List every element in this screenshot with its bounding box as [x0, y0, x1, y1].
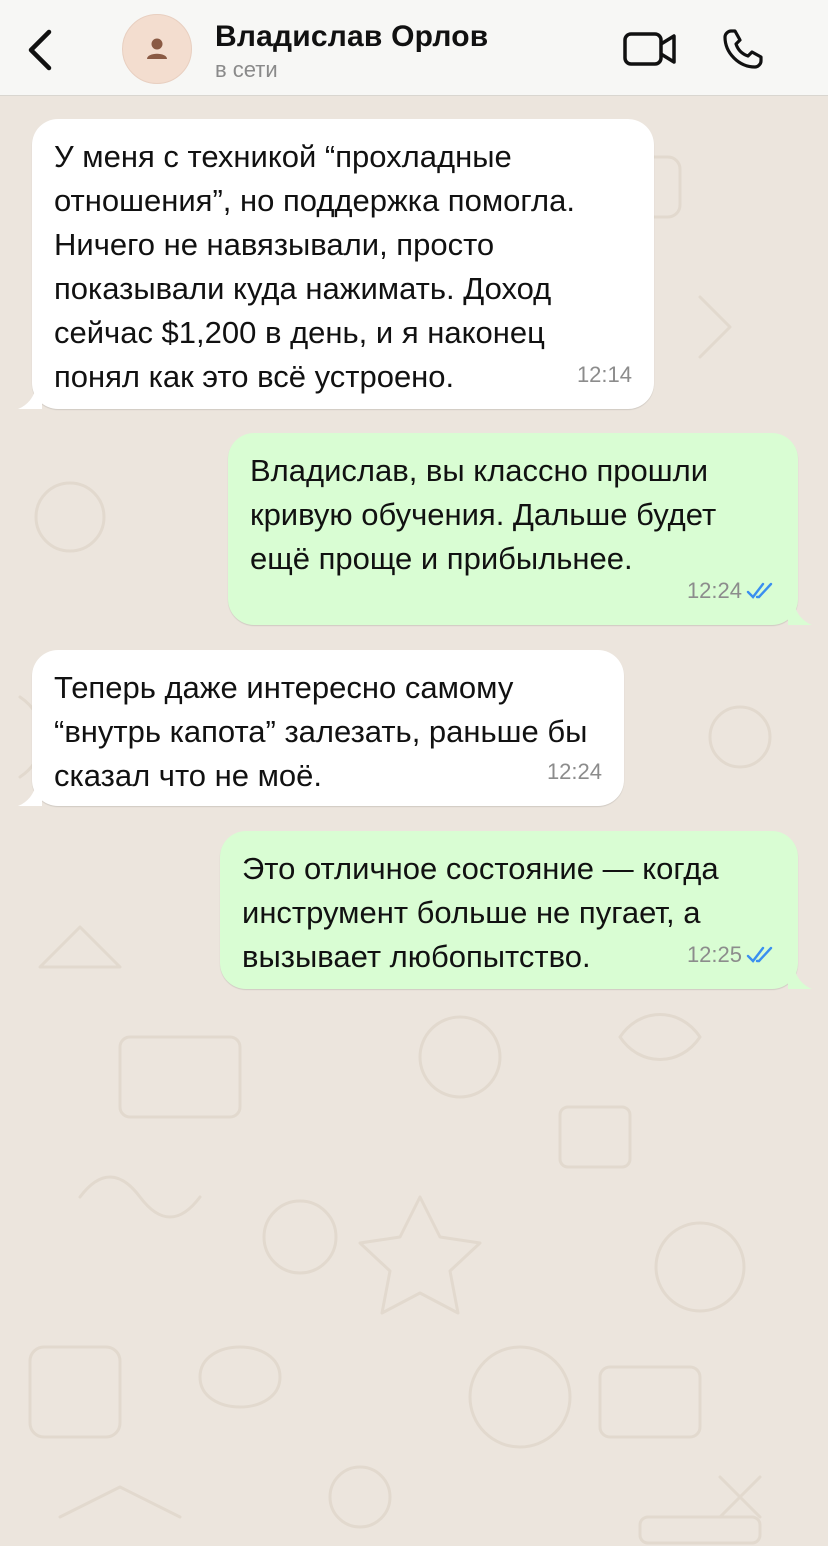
video-call-button[interactable]	[620, 26, 680, 72]
message-meta: 12:24	[547, 750, 602, 794]
bubble-tail-icon	[18, 784, 42, 806]
message-meta: 12:25	[687, 933, 776, 977]
back-button[interactable]	[18, 22, 62, 78]
double-check-read-icon	[746, 582, 773, 599]
message-bubble-incoming[interactable]: Теперь даже интересно самому “внутрь кап…	[32, 650, 624, 806]
phone-icon	[723, 29, 763, 69]
message-text: Теперь даже интересно самому “внутрь кап…	[54, 670, 597, 793]
bubble-tail-icon	[788, 967, 812, 989]
person-icon	[147, 38, 167, 59]
message-time: 12:14	[576, 362, 632, 387]
message-meta: 12:14	[577, 353, 632, 397]
bubble-tail-icon	[18, 387, 42, 409]
double-check-read-icon	[746, 946, 773, 963]
chevron-left-icon	[28, 29, 52, 71]
contact-status: в сети	[215, 57, 278, 82]
chat-header: Владислав Орлов в сети	[0, 0, 828, 96]
message-bubble-outgoing[interactable]: Это отличное состояние — когда инструмен…	[220, 831, 798, 989]
message-time: 12:24	[686, 578, 742, 603]
message-text: У меня с техникой “прохладные отношения”…	[54, 139, 584, 394]
voice-call-button[interactable]	[718, 24, 768, 74]
message-meta: 12:24	[687, 569, 776, 613]
message-bubble-incoming[interactable]: У меня с техникой “прохладные отношения”…	[32, 119, 654, 409]
message-time: 12:24	[546, 759, 602, 784]
message-list[interactable]: У меня с техникой “прохладные отношения”…	[0, 97, 828, 1546]
message-text: Владислав, вы классно прошли кривую обуч…	[250, 453, 725, 576]
message-time: 12:25	[686, 942, 742, 967]
bubble-tail-icon	[788, 603, 812, 625]
video-camera-icon	[623, 32, 676, 66]
contact-name[interactable]: Владислав Орлов	[215, 20, 488, 54]
avatar[interactable]	[122, 14, 192, 84]
message-bubble-outgoing[interactable]: Владислав, вы классно прошли кривую обуч…	[228, 433, 798, 625]
